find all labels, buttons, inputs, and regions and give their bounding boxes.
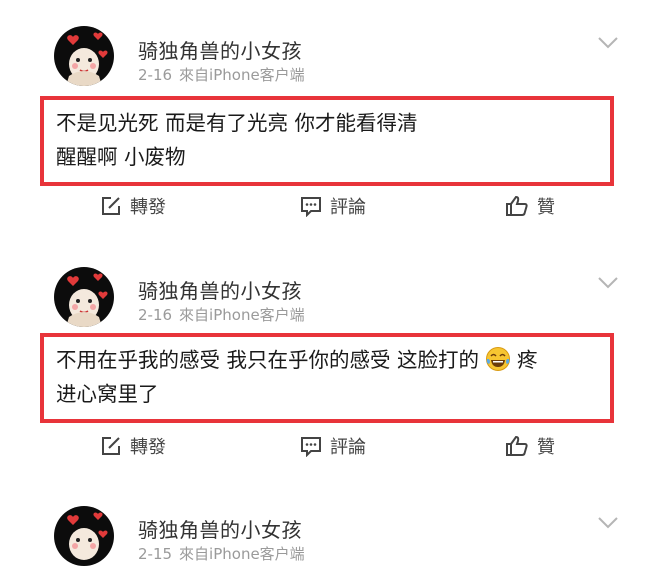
post-source: 來自iPhone客户端 bbox=[179, 545, 305, 563]
avatar[interactable] bbox=[54, 506, 114, 566]
post-date: 2-15 bbox=[138, 545, 173, 563]
username[interactable]: 骑独角兽的小女孩 bbox=[138, 275, 302, 304]
username[interactable]: 骑独角兽的小女孩 bbox=[138, 514, 302, 543]
like-button[interactable]: 贊 bbox=[505, 433, 555, 459]
post-date: 2-16 bbox=[138, 66, 173, 84]
comment-button[interactable]: 評論 bbox=[300, 193, 366, 219]
repost-label: 轉發 bbox=[130, 197, 166, 218]
comment-button[interactable]: 評論 bbox=[300, 433, 366, 459]
edit-share-icon bbox=[102, 197, 120, 215]
content-line: 醒醒啊 小废物 bbox=[56, 145, 186, 169]
repost-button[interactable]: 轉發 bbox=[100, 193, 166, 219]
post-meta: 2-16 來自iPhone客户端 bbox=[138, 64, 312, 85]
chevron-down-icon[interactable] bbox=[597, 36, 619, 50]
like-button[interactable]: 贊 bbox=[505, 193, 555, 219]
like-label: 贊 bbox=[537, 197, 555, 218]
comment-label: 評論 bbox=[330, 197, 366, 218]
comment-bubble-icon bbox=[301, 437, 321, 457]
avatar-illustration bbox=[66, 32, 108, 86]
content-text: 不用在乎我的感受 我只在乎你的感受 这脸打的 bbox=[56, 348, 480, 372]
content-line: 进心窝里了 bbox=[56, 382, 159, 406]
content-line: 不是见光死 而是有了光亮 你才能看得清 bbox=[56, 111, 418, 135]
edit-share-icon bbox=[102, 437, 120, 455]
like-label: 贊 bbox=[537, 437, 555, 458]
username[interactable]: 骑独角兽的小女孩 bbox=[138, 35, 302, 64]
comment-bubble-icon bbox=[301, 197, 321, 217]
repost-label: 轉發 bbox=[130, 437, 166, 458]
avatar-illustration bbox=[67, 512, 108, 560]
content-text: 疼 bbox=[517, 348, 538, 372]
thumbs-up-icon bbox=[506, 435, 528, 456]
avatar[interactable] bbox=[54, 26, 114, 86]
post-source: 來自iPhone客户端 bbox=[179, 306, 305, 324]
comment-label: 評論 bbox=[330, 437, 366, 458]
post-date: 2-16 bbox=[138, 306, 173, 324]
post-content: 不是见光死 而是有了光亮 你才能看得清 醒醒啊 小废物 bbox=[40, 96, 614, 186]
avatar[interactable] bbox=[54, 267, 114, 327]
post-content: 不用在乎我的感受 我只在乎你的感受 这脸打的 疼 进心窝里了 bbox=[40, 333, 614, 423]
repost-button[interactable]: 轉發 bbox=[100, 433, 166, 459]
chevron-down-icon[interactable] bbox=[597, 276, 619, 290]
tears-of-joy-emoji-icon bbox=[486, 347, 511, 371]
thumbs-up-icon bbox=[506, 195, 528, 216]
chevron-down-icon[interactable] bbox=[597, 516, 619, 530]
post-source: 來自iPhone客户端 bbox=[179, 66, 305, 84]
avatar-illustration bbox=[66, 273, 108, 327]
content-line: 不用在乎我的感受 我只在乎你的感受 这脸打的 疼 bbox=[56, 343, 598, 377]
post-meta: 2-16 來自iPhone客户端 bbox=[138, 304, 312, 325]
